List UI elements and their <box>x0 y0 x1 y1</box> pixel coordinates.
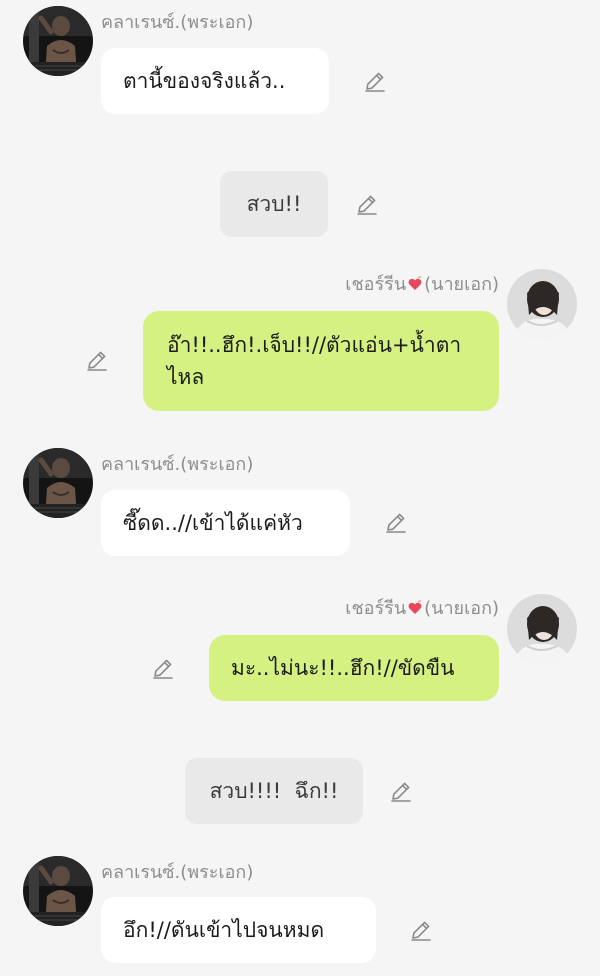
cheoreen-name-suffix: (นายเอก) <box>424 598 499 619</box>
pencil-edit-icon[interactable] <box>151 656 175 680</box>
clarence-name: คลาเรนซ์.(พระเอก) <box>101 862 254 883</box>
message-bubble[interactable]: อ๊า!!..ฮึก!.เจ็บ!!//ตัวแอ่น+น้ำตาไหล <box>143 311 499 411</box>
pencil-edit-icon[interactable] <box>384 510 408 534</box>
pencil-edit-icon[interactable] <box>409 918 433 942</box>
cheoreen-avatar[interactable] <box>507 594 577 664</box>
clarence-avatar[interactable] <box>23 856 93 926</box>
cheoreen-name: เชอร์รีน (นายเอก) <box>345 274 499 296</box>
clarence-name: คลาเรนซ์.(พระเอก) <box>101 12 254 33</box>
cheoreen-avatar[interactable] <box>507 269 577 339</box>
message-bubble[interactable]: ตานี้ของจริงแล้ว.. <box>101 48 329 114</box>
cheoreen-name: เชอร์รีน (นายเอก) <box>345 598 499 620</box>
pencil-edit-icon[interactable] <box>85 348 109 372</box>
cheoreen-name-prefix: เชอร์รีน <box>345 598 407 619</box>
clarence-name: คลาเรนซ์.(พระเอก) <box>101 454 254 475</box>
pencil-edit-icon[interactable] <box>389 779 413 803</box>
heart-icon <box>407 600 423 616</box>
cheoreen-name-prefix: เชอร์รีน <box>345 274 407 295</box>
heart-icon <box>407 276 423 292</box>
message-bubble[interactable]: อึก!//ดันเข้าไปจนหมด <box>101 897 376 963</box>
cheoreen-name-suffix: (นายเอก) <box>424 274 499 295</box>
narration-bubble[interactable]: สวบ!!!! ฉึก!! <box>185 758 363 824</box>
pencil-edit-icon[interactable] <box>355 192 379 216</box>
message-bubble[interactable]: ซี๊ดด..//เข้าได้แค่หัว <box>101 490 350 556</box>
clarence-avatar[interactable] <box>23 448 93 518</box>
narration-bubble[interactable]: สวบ!! <box>220 171 328 237</box>
chat-area: คลาเรนซ์.(พระเอก) ตานี้ของจริงแล้ว.. สวบ… <box>0 0 600 976</box>
pencil-edit-icon[interactable] <box>363 69 387 93</box>
clarence-avatar[interactable] <box>23 6 93 76</box>
message-bubble[interactable]: มะ..ไม่นะ!!..ฮึก!//ขัดขืน <box>209 635 499 701</box>
